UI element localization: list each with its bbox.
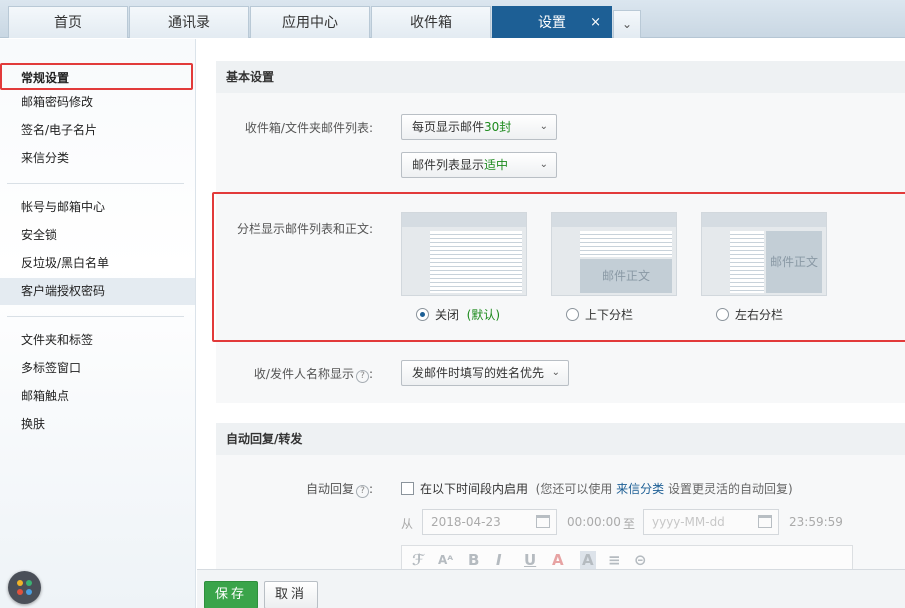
start-time: 00:00:00 [567,515,621,529]
chevron-down-icon: ⌄ [540,115,548,139]
tab-app-center[interactable]: 应用中心 [250,6,370,38]
italic-icon[interactable]: I [496,551,502,569]
underline-icon[interactable]: U [524,551,536,569]
font-size-icon[interactable]: Aᴬ [438,553,453,567]
density-select[interactable]: 邮件列表显示适中 ⌄ [401,152,557,178]
cancel-button[interactable]: 取消 [264,581,318,608]
calendar-icon[interactable] [758,515,772,528]
sender-name-label-text: 收/发件人名称显示 [254,367,354,381]
sidebar-item-password[interactable]: 邮箱密码修改 [0,89,195,116]
chevron-down-icon: ⌄ [540,153,548,177]
select-value: 邮件列表显示 [412,158,484,172]
align-icon[interactable]: ≡ [608,551,621,569]
footer-bar: 保存 取消 [197,569,905,608]
list-setting-label: 收件箱/文件夹邮件列表: [245,119,373,136]
save-button[interactable]: 保存 [204,581,258,608]
sidebar-item-filters[interactable]: 来信分类 [0,145,195,172]
auto-reply-enable[interactable]: 在以下时间段内启用 (您还可以使用 来信分类 设置更灵活的自动回复) [401,480,793,497]
select-value-highlight: 30封 [484,120,511,134]
tab-label: 应用中心 [282,15,338,31]
select-value-highlight: 适中 [484,158,508,172]
top-tab-bar: 首页 通讯录 应用中心 收件箱 设置 × ⌄ [0,0,905,38]
sidebar-item-signature[interactable]: 签名/电子名片 [0,117,195,144]
link-icon[interactable]: ⊝ [634,551,647,569]
sidebar-item-multitab[interactable]: 多标签窗口 [0,355,195,382]
from-label: 从 [401,515,413,532]
hint-text: (您还可以使用 [536,482,613,496]
sidebar-item-folders[interactable]: 文件夹和标签 [0,327,195,354]
section-title-basic: 基本设置 [216,61,905,93]
auto-reply-label: 自动回复?: [306,480,373,498]
tab-inbox[interactable]: 收件箱 [371,6,491,38]
tab-home[interactable]: 首页 [8,6,128,38]
settings-sidebar: 常规设置 邮箱密码修改 签名/电子名片 来信分类 帐号与邮箱中心 安全锁 反垃圾… [0,39,196,608]
sidebar-item-client-password[interactable]: 客户端授权密码 [0,278,195,305]
sidebar-item-general[interactable]: 常规设置 [0,63,193,90]
filters-link[interactable]: 来信分类 [616,482,664,496]
help-icon[interactable]: ? [356,370,369,383]
sidebar-item-touchpoint[interactable]: 邮箱触点 [0,383,195,410]
checkbox-label: 在以下时间段内启用 [420,482,528,496]
start-date-value: 2018-04-23 [431,515,501,529]
per-page-select[interactable]: 每页显示邮件30封 ⌄ [401,114,557,140]
tab-contacts[interactable]: 通讯录 [129,6,249,38]
select-value: 每页显示邮件 [412,120,484,134]
sidebar-item-skin[interactable]: 换肤 [0,411,195,438]
calendar-icon[interactable] [536,515,550,528]
help-icon[interactable]: ? [356,485,369,498]
chevron-down-icon[interactable]: ⌄ [613,10,641,38]
font-color-icon[interactable]: A [552,551,564,569]
bold-icon[interactable]: B [468,551,479,569]
end-time: 23:59:59 [789,515,843,529]
auto-reply-label-text: 自动回复 [306,482,354,496]
reply-editor-toolbar: ℱ Aᴬ B I U A A ≡ ⊝ [401,545,853,569]
to-label: 至 [623,515,635,532]
end-date-placeholder: yyyy-MM-dd [652,515,725,529]
sidebar-item-antispam[interactable]: 反垃圾/黑白名单 [0,250,195,277]
chevron-down-icon: ⌄ [552,361,560,385]
hint-text: 设置更灵活的自动回复) [668,482,793,496]
tab-label: 首页 [54,15,82,31]
apps-grid-icon[interactable] [8,571,41,604]
checkbox-icon[interactable] [401,482,414,495]
start-date-input[interactable]: 2018-04-23 [422,509,557,535]
sidebar-divider [7,183,184,184]
select-value: 发邮件时填写的姓名优先 [412,366,544,380]
section-title-auto-reply: 自动回复/转发 [216,423,905,455]
sidebar-item-accounts[interactable]: 帐号与邮箱中心 [0,194,195,221]
tab-label: 设置 [538,15,566,31]
font-icon[interactable]: ℱ [412,551,424,569]
tab-label: 通讯录 [168,15,210,31]
highlight-color-icon[interactable]: A [580,551,596,569]
tab-settings[interactable]: 设置 × [492,6,612,38]
sidebar-divider [7,316,184,317]
close-icon[interactable]: × [590,7,601,39]
sender-name-select[interactable]: 发邮件时填写的姓名优先 ⌄ [401,360,569,386]
end-date-input[interactable]: yyyy-MM-dd [643,509,779,535]
sender-name-label: 收/发件人名称显示?: [254,365,373,383]
sidebar-item-security-lock[interactable]: 安全锁 [0,222,195,249]
split-view-highlight [212,192,905,342]
tab-label: 收件箱 [410,15,452,31]
